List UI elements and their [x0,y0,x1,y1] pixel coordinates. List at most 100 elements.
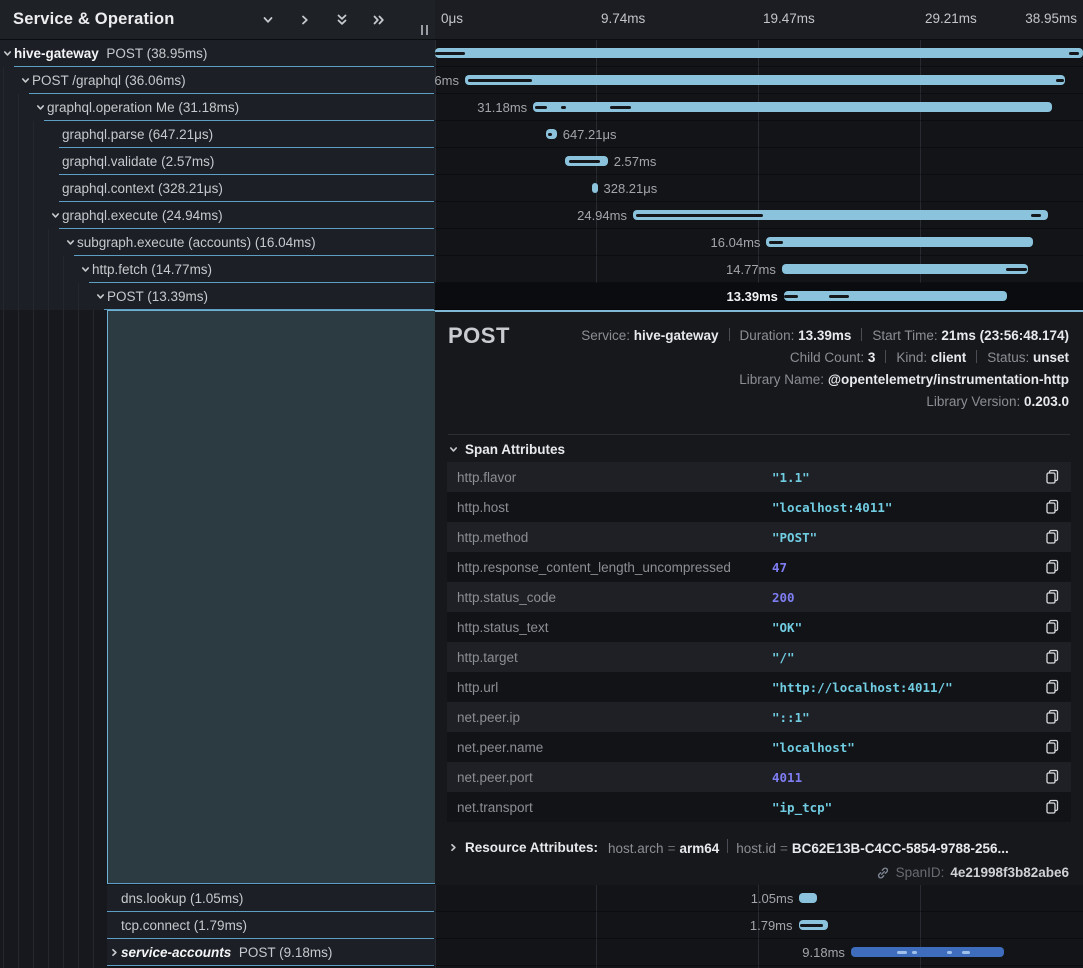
span-row[interactable]: dns.lookup (1.05ms)1.05ms [0,885,1083,912]
span-bar[interactable] [799,893,816,903]
span-bar-cell[interactable]: 9.18ms [435,939,1083,966]
span-name-cell[interactable]: POST /graphql (36.06ms) [0,67,435,94]
link-icon[interactable] [876,866,890,880]
span-id-label: SpanID: [896,865,945,880]
span-name-cell[interactable]: dns.lookup (1.05ms) [107,885,435,912]
child-span-mark [800,924,822,927]
expand-caret[interactable] [63,237,77,248]
span-name-cell[interactable]: graphql.validate (2.57ms) [0,148,435,175]
span-bar-cell[interactable]: 2.57ms [435,148,1083,175]
span-bar-cell[interactable]: 647.21μs [435,121,1083,148]
copy-icon[interactable] [1045,529,1061,545]
span-name-cell[interactable]: graphql.context (328.21μs) [0,175,435,202]
span-row[interactable]: POST /graphql (36.06ms)36.06ms [0,67,1083,94]
attribute-row: http.status_code200 [447,582,1071,612]
span-name-cell[interactable]: graphql.execute (24.94ms) [0,202,435,229]
span-row[interactable]: graphql.validate (2.57ms)2.57ms [0,148,1083,175]
chevron-down-icon[interactable] [260,12,276,28]
indent-guide [33,229,48,256]
span-name-cell[interactable]: tcp.connect (1.79ms) [107,912,435,939]
span-attributes-toggle[interactable]: Span Attributes [448,442,565,457]
operation-name: POST (13.39ms) [107,289,208,304]
resource-attributes-toggle[interactable]: Resource Attributes: host.arch=arm64host… [448,839,1009,856]
span-row[interactable]: graphql.context (328.21μs)328.21μs [0,175,1083,202]
expand-caret[interactable] [18,75,32,86]
span-bar[interactable] [851,947,1004,957]
overview-line: Service: hive-gatewayDuration: 13.39msSt… [581,325,1069,347]
selected-span-region[interactable] [107,310,435,884]
span-bar[interactable] [784,291,1007,301]
copy-icon[interactable] [1045,769,1061,785]
span-bar-cell[interactable]: 24.94ms [435,202,1083,229]
indent-guide [33,256,48,283]
span-bar-cell[interactable]: 36.06ms [435,67,1083,94]
tick-label: 29.21ms [925,11,977,26]
child-span-mark [610,106,632,109]
span-bar[interactable] [633,210,1048,220]
span-name-cell[interactable]: POST (13.39ms) [0,283,435,310]
tick-label: 9.74ms [601,11,645,26]
chevron-down-icon [65,237,76,248]
chevron-right-icon [448,842,459,853]
span-row[interactable]: hive-gateway POST (38.95ms)38.95ms [0,40,1083,67]
copy-icon[interactable] [1045,619,1061,635]
expand-caret[interactable] [48,210,62,221]
double-chevron-right-icon[interactable] [371,12,387,28]
span-row[interactable]: POST (13.39ms) 13.39ms [0,283,1083,310]
expand-caret[interactable] [93,291,107,302]
span-bar[interactable] [435,48,1083,58]
attribute-row: http.host"localhost:4011" [447,492,1071,522]
chevron-right-icon[interactable] [297,12,313,28]
copy-icon[interactable] [1045,739,1061,755]
span-row[interactable]: graphql.parse (647.21μs)647.21μs [0,121,1083,148]
resource-key: host.arch [608,841,664,856]
span-name-cell[interactable]: hive-gateway POST (38.95ms) [0,40,435,67]
span-name-cell[interactable]: http.fetch (14.77ms) [0,256,435,283]
span-row[interactable]: graphql.operation Me (31.18ms) 31.18ms [0,94,1083,121]
span-bar[interactable] [799,920,829,930]
copy-icon[interactable] [1045,679,1061,695]
span-detail-panel: POST Service: hive-gatewayDuration: 13.3… [435,310,1083,885]
copy-icon[interactable] [1045,589,1061,605]
span-name-cell[interactable]: graphql.operation Me (31.18ms) [0,94,435,121]
copy-icon[interactable] [1045,469,1061,485]
span-bar-cell[interactable]: 1.79ms [435,912,1083,939]
span-name-cell[interactable]: service-accounts POST (9.18ms) [107,939,435,966]
span-bar[interactable] [766,237,1033,247]
span-bar[interactable] [565,156,608,166]
span-bar-cell[interactable]: 1.05ms [435,885,1083,912]
span-bar[interactable] [546,129,557,139]
span-bar-cell[interactable]: 13.39ms [435,283,1083,310]
span-bar[interactable] [533,102,1052,112]
copy-icon[interactable] [1045,799,1061,815]
span-row[interactable]: graphql.execute (24.94ms)24.94ms [0,202,1083,229]
indent-guide [3,229,18,256]
panel-resize-grip[interactable] [417,23,431,37]
span-bar-cell[interactable]: 328.21μs [435,175,1083,202]
span-row[interactable]: tcp.connect (1.79ms)1.79ms [0,912,1083,939]
copy-icon[interactable] [1045,649,1061,665]
span-bar[interactable] [782,264,1028,274]
copy-icon[interactable] [1045,559,1061,575]
operation-name: graphql.operation Me (31.18ms) [47,100,239,115]
expand-caret[interactable] [0,48,14,59]
span-bar-cell[interactable]: 14.77ms [435,256,1083,283]
span-name-cell[interactable]: graphql.parse (647.21μs) [0,121,435,148]
copy-icon[interactable] [1045,499,1061,515]
copy-icon[interactable] [1045,709,1061,725]
child-span-mark [784,295,798,298]
expand-caret[interactable] [78,264,92,275]
span-bar-cell[interactable]: 16.04ms [435,229,1083,256]
span-row[interactable]: service-accounts POST (9.18ms)9.18ms [0,939,1083,966]
span-bar-cell[interactable]: 31.18ms [435,94,1083,121]
row-underline [107,965,434,967]
expand-caret[interactable] [107,947,121,958]
span-bar-cell[interactable]: 38.95ms [435,40,1083,67]
span-bar[interactable] [592,183,597,193]
span-name-cell[interactable]: subgraph.execute (accounts) (16.04ms) [0,229,435,256]
double-chevron-down-icon[interactable] [334,12,350,28]
expand-caret[interactable] [33,102,47,113]
span-row[interactable]: http.fetch (14.77ms)14.77ms [0,256,1083,283]
span-row[interactable]: subgraph.execute (accounts) (16.04ms)16.… [0,229,1083,256]
span-bar[interactable] [465,75,1065,85]
